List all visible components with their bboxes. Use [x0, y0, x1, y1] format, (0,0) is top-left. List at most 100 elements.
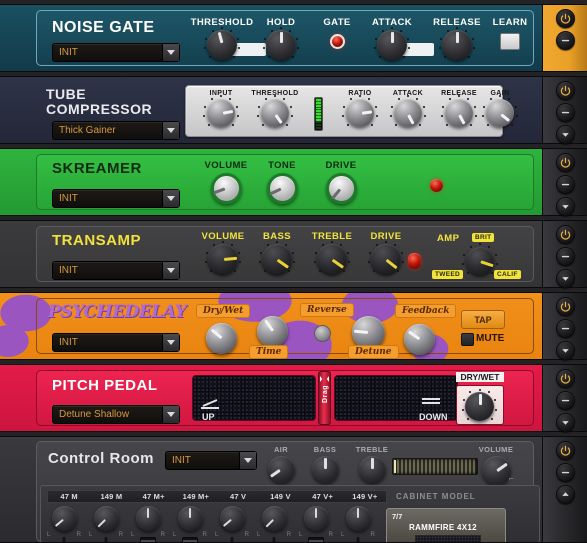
knob-treble-dial[interactable]	[358, 456, 386, 483]
power-icon[interactable]	[555, 153, 575, 172]
knob-mic-pan[interactable]	[219, 506, 245, 531]
knob-threshold-dial[interactable]	[204, 27, 240, 60]
minus-icon[interactable]	[555, 247, 575, 266]
knob-feedback-dial[interactable]	[404, 324, 435, 355]
knob-drywet-dial[interactable]	[461, 388, 498, 421]
learn-button[interactable]	[500, 33, 520, 50]
knob-volume[interactable]: VOLUME	[193, 231, 253, 274]
knob-threshold-dial[interactable]	[257, 95, 293, 127]
knob-mic-pan[interactable]	[51, 506, 77, 531]
knob-mic-pan[interactable]	[177, 506, 203, 531]
cabinet-model-box[interactable]: 7/7 RAMMFIRE 4X12	[386, 508, 506, 542]
pitch-pedal-preset-dropdown[interactable]: Detune Shallow	[52, 405, 180, 424]
mic-fader[interactable]	[356, 537, 360, 542]
power-icon[interactable]	[555, 81, 575, 100]
knob-mic-pan[interactable]	[135, 506, 161, 531]
tube-compressor-preset-dropdown[interactable]: Thick Gainer	[52, 121, 180, 140]
knob-mic-pan[interactable]	[261, 506, 287, 531]
knob-bass[interactable]: BASS	[252, 231, 302, 274]
mic-label[interactable]: 47 M+	[133, 491, 175, 502]
knob-bass-dial[interactable]	[259, 241, 295, 274]
mic-fader[interactable]	[62, 537, 66, 542]
power-icon[interactable]	[555, 225, 575, 244]
chevron-down-icon[interactable]	[162, 190, 179, 207]
mic-fader[interactable]	[308, 537, 324, 542]
knob-treble-dial[interactable]	[314, 241, 350, 274]
power-icon[interactable]	[555, 297, 575, 316]
knob-air[interactable]: AIR	[263, 445, 299, 483]
mic-fader[interactable]	[230, 537, 234, 542]
resize-handle-icon[interactable]: ⌐	[509, 474, 514, 483]
chevron-down-icon[interactable]	[162, 122, 179, 139]
knob-tone-dial[interactable]	[266, 173, 298, 204]
knob-mic-pan[interactable]	[93, 506, 119, 531]
power-icon[interactable]	[555, 369, 575, 388]
knob-volume[interactable]: VOLUME	[470, 445, 522, 485]
knob-input[interactable]: INPUT	[196, 90, 246, 127]
mic-label[interactable]: 149 V	[259, 491, 301, 502]
mute-checkbox[interactable]	[461, 333, 474, 346]
mic-label[interactable]: 47 V	[217, 491, 259, 502]
knob-air-dial[interactable]	[267, 456, 295, 483]
knob-hold-dial[interactable]	[263, 27, 299, 60]
knob-drive-dial[interactable]	[368, 241, 404, 274]
minus-icon[interactable]	[555, 463, 575, 482]
minus-icon[interactable]	[555, 103, 575, 122]
amp-position-tweed[interactable]: TWEED	[432, 270, 463, 279]
knob-release-dial[interactable]	[441, 95, 477, 127]
knob-gain-dial[interactable]	[482, 95, 518, 127]
mic-label[interactable]: 149 V+	[344, 491, 386, 502]
power-icon[interactable]	[555, 9, 575, 28]
chevron-down-icon[interactable]	[162, 44, 179, 61]
mic-fader[interactable]	[182, 537, 198, 542]
knob-release-dial[interactable]	[439, 27, 475, 60]
knob-drive[interactable]: DRIVE	[313, 160, 369, 204]
control-room-preset-dropdown[interactable]: INIT	[165, 451, 257, 470]
knob-attack[interactable]: ATTACK	[358, 17, 426, 60]
knob-threshold[interactable]: THRESHOLD	[242, 90, 308, 127]
knob-attack[interactable]: ATTACK	[382, 90, 434, 127]
knob-bass-dial[interactable]	[311, 456, 339, 483]
chevron-down-icon[interactable]	[555, 413, 575, 432]
chevron-down-icon[interactable]	[239, 452, 256, 469]
knob-treble[interactable]: TREBLE	[304, 231, 360, 274]
knob-tone[interactable]: TONE	[256, 160, 308, 204]
chevron-down-icon[interactable]	[162, 262, 179, 279]
knob-ratio[interactable]: RATIO	[336, 90, 384, 127]
mic-fader[interactable]	[272, 537, 276, 542]
knob-drive[interactable]: DRIVE	[360, 231, 412, 274]
knob-treble[interactable]: TREBLE	[348, 445, 396, 483]
amp-position-calif[interactable]: CALIF	[494, 270, 521, 279]
power-icon[interactable]	[555, 441, 575, 460]
mic-label[interactable]: 149 M+	[175, 491, 217, 502]
mic-label[interactable]: 47 V+	[302, 491, 344, 502]
knob-bass[interactable]: BASS	[305, 445, 345, 483]
minus-icon[interactable]	[555, 175, 575, 194]
skreamer-preset-dropdown[interactable]: INIT	[52, 189, 180, 208]
knob-volume-dial[interactable]	[205, 241, 241, 274]
minus-icon[interactable]	[555, 319, 575, 338]
noise-gate-preset-dropdown[interactable]: INIT	[52, 43, 180, 62]
transamp-preset-dropdown[interactable]: INIT	[52, 261, 180, 280]
tap-button[interactable]: TAP	[461, 310, 505, 329]
knob-volume[interactable]: VOLUME	[196, 160, 256, 204]
amp-position-brit[interactable]: BRIT	[472, 233, 495, 242]
mic-fader[interactable]	[104, 537, 108, 542]
knob-mic-pan[interactable]	[345, 506, 371, 531]
knob-gain[interactable]: GAIN	[478, 90, 522, 127]
knob-time-dial[interactable]	[257, 316, 288, 347]
mic-fader[interactable]	[140, 537, 156, 542]
knob-attack-dial[interactable]	[390, 95, 426, 127]
learn-control[interactable]: LEARN	[480, 17, 540, 50]
chevron-down-icon[interactable]	[162, 334, 179, 351]
knob-volume-dial[interactable]	[481, 456, 511, 485]
knob-input-dial[interactable]	[203, 95, 239, 127]
chevron-down-icon[interactable]	[555, 197, 575, 216]
pitch-drag-slider[interactable]: Drag	[318, 371, 331, 425]
chevron-down-icon[interactable]	[555, 341, 575, 360]
knob-drive-dial[interactable]	[325, 173, 357, 204]
chevron-up-icon[interactable]	[555, 485, 575, 504]
psychedelay-preset-dropdown[interactable]: INIT	[52, 333, 180, 352]
knob-attack-dial[interactable]	[374, 27, 410, 60]
chevron-down-icon[interactable]	[555, 125, 575, 144]
